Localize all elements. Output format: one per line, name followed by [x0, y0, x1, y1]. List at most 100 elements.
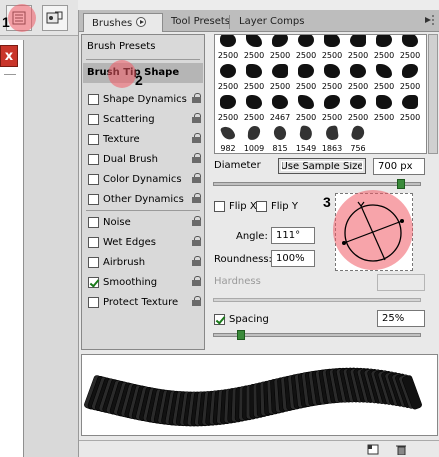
- lock-icon[interactable]: [192, 256, 201, 266]
- brush-tip-cell[interactable]: 2500: [295, 62, 317, 91]
- checkbox[interactable]: [88, 153, 99, 165]
- brush-tip-cell[interactable]: 2500: [243, 93, 265, 122]
- brush-tip-cell[interactable]: 1863: [321, 124, 343, 153]
- brush-tip-cell[interactable]: 2500: [347, 62, 369, 91]
- lock-icon[interactable]: [192, 133, 201, 143]
- document-close-button[interactable]: x: [0, 45, 18, 67]
- flip-y-option[interactable]: Flip Y: [256, 198, 306, 214]
- brush-tip-cell[interactable]: 2467: [269, 93, 291, 122]
- option-airbrush[interactable]: Airbrush: [88, 254, 201, 270]
- brush-tip-cell[interactable]: 982: [217, 124, 239, 153]
- brush-tip-cell[interactable]: 2500: [321, 35, 343, 60]
- brush-tip-cell[interactable]: 2500: [373, 62, 395, 91]
- brush-tip-cell[interactable]: 2500: [217, 35, 239, 60]
- brush-tip-cell[interactable]: 756: [347, 124, 369, 153]
- lock-icon[interactable]: [192, 276, 201, 286]
- option-other-dynamics[interactable]: Other Dynamics: [88, 191, 201, 207]
- tab-separator: [229, 15, 230, 29]
- brush-size-label: 2500: [373, 51, 395, 60]
- checkbox[interactable]: [88, 173, 99, 185]
- lock-icon[interactable]: [192, 216, 201, 226]
- brush-size-label: 2500: [269, 82, 291, 91]
- option-wet-edges[interactable]: Wet Edges: [88, 234, 201, 250]
- lock-icon[interactable]: [192, 236, 201, 246]
- angle-input[interactable]: 111°: [271, 227, 315, 244]
- brush-tip-cell[interactable]: 815: [269, 124, 291, 153]
- hardness-input[interactable]: [377, 274, 425, 291]
- roundness-input[interactable]: 100%: [271, 250, 315, 267]
- tab-menu-icon[interactable]: [136, 17, 147, 27]
- trash-icon[interactable]: [395, 444, 407, 455]
- brush-tip-cell[interactable]: 2500: [321, 62, 343, 91]
- diameter-slider-thumb[interactable]: [397, 179, 405, 189]
- checkbox[interactable]: [88, 236, 99, 248]
- brush-grid-scrollbar[interactable]: [428, 34, 438, 154]
- brush-size-label: 2500: [347, 113, 369, 122]
- spacing-input[interactable]: 25%: [377, 310, 425, 327]
- tab-brushes[interactable]: Brushes: [83, 13, 163, 32]
- checkbox[interactable]: [88, 133, 99, 145]
- brush-tip-cell[interactable]: 2500: [347, 93, 369, 122]
- option-color-dynamics[interactable]: Color Dynamics: [88, 171, 201, 187]
- brush-tip-cell[interactable]: 2500: [373, 35, 395, 60]
- panel-menu-button[interactable]: [423, 13, 435, 27]
- brush-tip-cell[interactable]: 2500: [399, 93, 421, 122]
- lock-icon[interactable]: [192, 113, 201, 123]
- brush-tip-cell[interactable]: 1009: [243, 124, 265, 153]
- brush-tip-cell[interactable]: 2500: [269, 35, 291, 60]
- brush-tip-cell[interactable]: 2500: [217, 93, 239, 122]
- option-label: Smoothing: [103, 276, 158, 288]
- brush-tip-cell[interactable]: 2500: [321, 93, 343, 122]
- brush-tip-thumbnail: [246, 95, 262, 109]
- option-shape-dynamics[interactable]: Shape Dynamics: [88, 91, 201, 107]
- lock-icon[interactable]: [192, 173, 201, 183]
- option-smoothing[interactable]: Smoothing: [88, 274, 201, 290]
- brush-tip-cell[interactable]: 2500: [295, 35, 317, 60]
- use-sample-size-button[interactable]: Use Sample Size: [278, 158, 366, 174]
- brush-tip-cell[interactable]: 2500: [399, 35, 421, 60]
- checkbox-checked[interactable]: [88, 276, 99, 288]
- tab-layer-comps[interactable]: Layer Comps: [231, 13, 312, 32]
- option-protect-texture[interactable]: Protect Texture: [88, 294, 201, 310]
- brush-presets-item[interactable]: Brush Presets: [87, 41, 155, 52]
- option-noise[interactable]: Noise: [88, 214, 201, 230]
- brush-tip-cell[interactable]: 2500: [243, 35, 265, 60]
- option-dual-brush[interactable]: Dual Brush: [88, 151, 201, 167]
- hardness-slider[interactable]: [213, 298, 421, 302]
- checkbox[interactable]: [88, 113, 99, 125]
- brush-tip-thumbnail: [324, 35, 340, 47]
- brush-tip-cell[interactable]: 2500: [243, 62, 265, 91]
- brush-tip-cell[interactable]: 2500: [269, 62, 291, 91]
- option-scattering[interactable]: Scattering: [88, 111, 201, 127]
- brush-tip-cell[interactable]: 1549: [295, 124, 317, 153]
- lock-icon[interactable]: [192, 296, 201, 306]
- brush-tip-cell[interactable]: 2500: [399, 62, 421, 91]
- brush-tip-thumbnail: [298, 125, 314, 141]
- lock-icon[interactable]: [192, 93, 201, 103]
- new-brush-icon[interactable]: [367, 444, 379, 455]
- checkbox[interactable]: [88, 296, 99, 308]
- angle-crosshair-icon[interactable]: [335, 193, 413, 271]
- checkbox[interactable]: [88, 216, 99, 228]
- brush-tip-thumbnail: [402, 95, 418, 109]
- brush-tip-cell[interactable]: 2500: [217, 62, 239, 91]
- lock-icon[interactable]: [192, 193, 201, 203]
- checkbox[interactable]: [88, 256, 99, 268]
- brush-tip-cell[interactable]: 2500: [347, 35, 369, 60]
- brush-tip-cell[interactable]: 2500: [373, 93, 395, 122]
- lock-icon[interactable]: [192, 153, 201, 163]
- tool-preset-button[interactable]: [42, 5, 68, 31]
- option-texture[interactable]: Texture: [88, 131, 201, 147]
- brush-tip-cell[interactable]: 2500: [295, 93, 317, 122]
- diameter-input[interactable]: 700 px: [373, 158, 425, 175]
- tab-tool-presets[interactable]: Tool Presets: [163, 13, 238, 32]
- spacing-slider-thumb[interactable]: [237, 330, 245, 340]
- checkbox[interactable]: [88, 193, 99, 205]
- checkbox[interactable]: [88, 93, 99, 105]
- checkbox[interactable]: [214, 200, 225, 212]
- spacing-option[interactable]: Spacing: [214, 311, 294, 327]
- checkbox-checked[interactable]: [214, 313, 225, 325]
- brush-size-label: 2467: [269, 113, 291, 122]
- checkbox[interactable]: [256, 200, 267, 212]
- diameter-slider[interactable]: [213, 182, 421, 186]
